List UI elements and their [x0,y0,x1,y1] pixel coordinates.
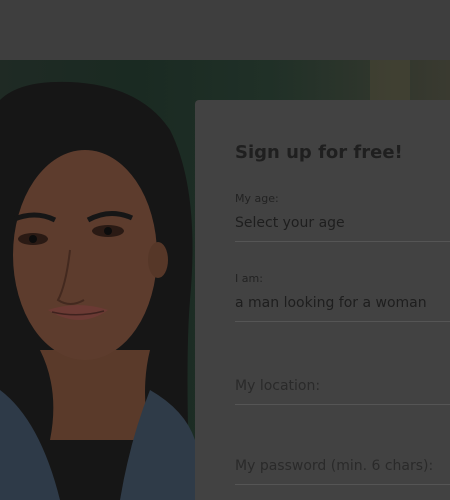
age-select[interactable]: My age: Select your age [235,192,450,242]
age-value[interactable]: Select your age [235,215,450,241]
top-bar [0,0,450,60]
location-input[interactable]: My location: [235,378,450,405]
gender-select[interactable]: I am: a man looking for a woman [235,272,450,322]
profile-photo [0,81,195,500]
gender-label: I am: [235,272,263,285]
signup-title: Sign up for free! [235,142,403,163]
signup-card: Sign up for free! My age: Select your ag… [195,100,450,500]
age-label: My age: [235,192,279,205]
location-placeholder: My location: [235,378,321,394]
gender-value[interactable]: a man looking for a woman [235,295,450,321]
password-input[interactable]: My password (min. 6 chars): [235,458,450,485]
password-placeholder: My password (min. 6 chars): [235,458,434,474]
